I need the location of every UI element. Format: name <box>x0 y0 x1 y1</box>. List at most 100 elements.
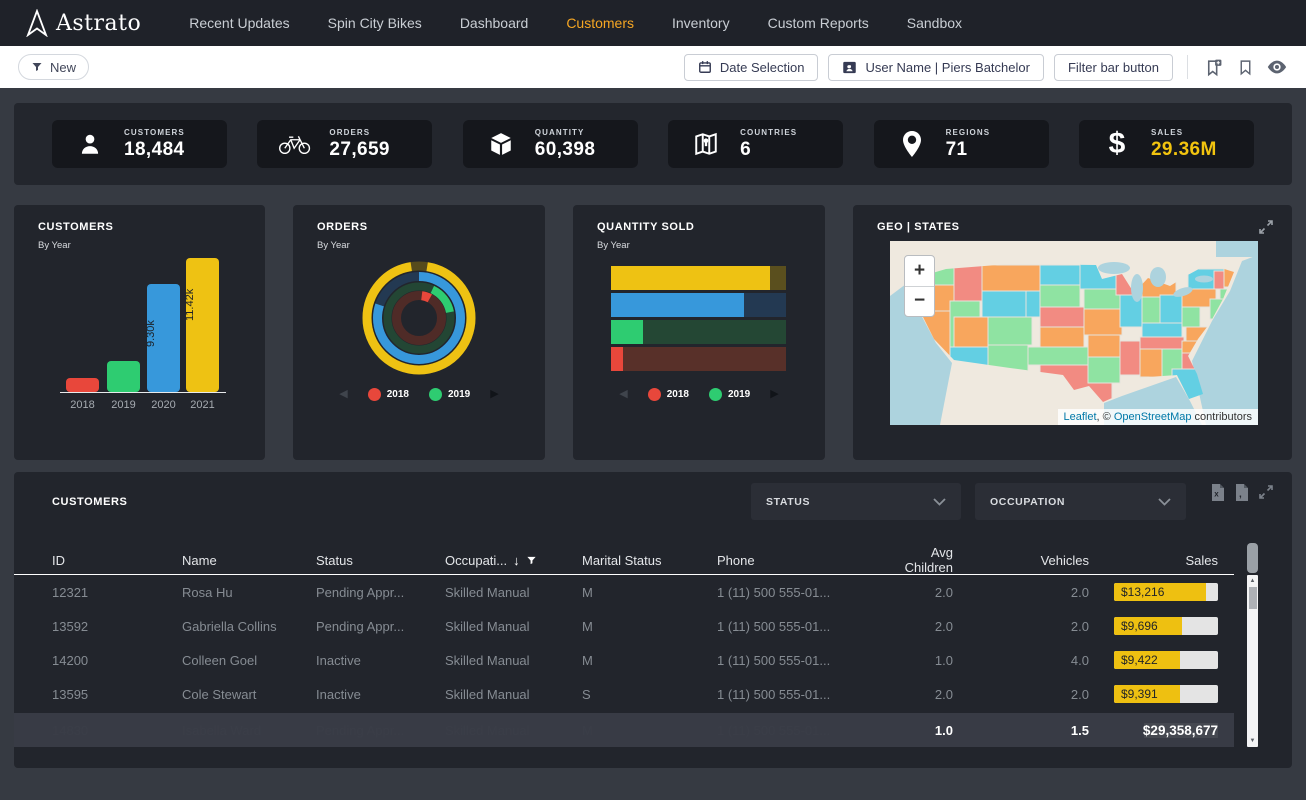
chart-legend: ◀ 2018 2019 ▶ <box>573 388 825 401</box>
column-filter-icon[interactable] <box>526 555 537 566</box>
bar-2021[interactable] <box>186 258 219 392</box>
kpi-strip: CUSTOMERS 18,484 ORDERS 27,659 QUANTITY … <box>14 103 1292 185</box>
map-attribution: Leaflet, © OpenStreetMap contributors <box>1058 409 1259 425</box>
table-header: ID Name Status Occupati... ↓ Marital Sta… <box>14 545 1234 575</box>
kpi-quantity: QUANTITY 60,398 <box>463 120 638 168</box>
leaflet-link[interactable]: Leaflet <box>1064 411 1097 423</box>
legend-next-arrow-icon[interactable]: ▶ <box>490 389 498 400</box>
funnel-icon <box>31 61 43 73</box>
table-row[interactable]: 14200Colleen GoelInactive Skilled Manual… <box>14 643 1234 677</box>
chevron-down-icon <box>1158 498 1171 506</box>
package-icon <box>483 131 519 157</box>
bar-value-label: 9.30k <box>145 320 157 347</box>
nav-item-custom-reports[interactable]: Custom Reports <box>768 15 869 31</box>
scrollbar-thumb[interactable] <box>1249 587 1257 609</box>
panel-title: QUANTITY SOLD <box>597 221 694 233</box>
x-tick-2018: 2018 <box>66 399 99 411</box>
customers-table-panel: CUSTOMERS STATUS OCCUPATION x , <box>14 472 1292 768</box>
filter-toolbar: New Date Selection User Name | Piers Bat… <box>0 46 1306 88</box>
svg-text:x: x <box>1214 490 1219 499</box>
scrollbar-corner[interactable] <box>1247 543 1258 573</box>
nav-item-dashboard[interactable]: Dashboard <box>460 15 529 31</box>
col-sales[interactable]: Sales <box>1089 553 1218 568</box>
legend-item-2019[interactable]: 2019 <box>709 388 750 401</box>
legend-dot-green <box>429 388 442 401</box>
kpi-regions: REGIONS 71 <box>874 120 1049 168</box>
panel-title: GEO | STATES <box>877 221 960 233</box>
col-occupation[interactable]: Occupati... ↓ <box>445 553 582 568</box>
user-name-button[interactable]: User Name | Piers Batchelor <box>828 54 1044 81</box>
dashboard-content: CUSTOMERS 18,484 ORDERS 27,659 QUANTITY … <box>0 88 1306 800</box>
dollar-icon: $ <box>1099 129 1135 159</box>
kpi-orders: ORDERS 27,659 <box>257 120 432 168</box>
leaflet-map[interactable]: + − Leaflet, © OpenStreetMap contributor… <box>890 241 1258 425</box>
brand-logo[interactable]: Astrato <box>24 9 141 37</box>
zoom-out-button[interactable]: − <box>905 287 934 317</box>
expand-icon[interactable] <box>1258 219 1274 235</box>
export-excel-icon[interactable]: x <box>1210 484 1225 501</box>
table-row[interactable]: 12321Rosa HuPending Appr... Skilled Manu… <box>14 575 1234 609</box>
nav-item-recent-updates[interactable]: Recent Updates <box>189 15 289 31</box>
sales-bar: $13,216 <box>1114 583 1218 601</box>
eye-icon[interactable] <box>1266 56 1288 78</box>
pin-icon <box>894 130 930 158</box>
legend-prev-arrow-icon[interactable]: ◀ <box>339 389 347 400</box>
bookmark-icon[interactable] <box>1234 56 1256 78</box>
legend-next-arrow-icon[interactable]: ▶ <box>770 389 778 400</box>
filter-bar-button[interactable]: Filter bar button <box>1054 54 1173 81</box>
qbar-2019[interactable] <box>611 320 786 344</box>
panel-title: CUSTOMERS <box>38 221 113 233</box>
astrato-logo-icon <box>24 9 48 37</box>
nav-item-customers[interactable]: Customers <box>566 15 634 31</box>
col-vehicles[interactable]: Vehicles <box>953 553 1089 568</box>
col-phone[interactable]: Phone <box>717 553 880 568</box>
new-filter-button[interactable]: New <box>18 54 89 80</box>
legend-item-2019[interactable]: 2019 <box>429 388 470 401</box>
legend-prev-arrow-icon[interactable]: ◀ <box>619 389 627 400</box>
panel-title: ORDERS <box>317 221 368 233</box>
bar-2018[interactable] <box>66 378 99 392</box>
qbar-2018[interactable] <box>611 347 786 371</box>
status-filter-dropdown[interactable]: STATUS <box>751 483 961 520</box>
col-name[interactable]: Name <box>182 553 316 568</box>
date-selection-button[interactable]: Date Selection <box>684 54 819 81</box>
openstreetmap-link[interactable]: OpenStreetMap <box>1114 411 1192 423</box>
col-avg-children[interactable]: Avg Children <box>880 545 953 575</box>
kpi-value: 60,398 <box>535 139 596 161</box>
bar-value-label: 11.42k <box>184 289 196 321</box>
quantity-sold-chart-panel: QUANTITY SOLD By Year ◀ 2018 2019 ▶ <box>573 205 825 460</box>
bar-2019[interactable] <box>107 361 140 392</box>
col-status[interactable]: Status <box>316 553 445 568</box>
col-marital-status[interactable]: Marital Status <box>582 553 717 568</box>
export-csv-icon[interactable]: , <box>1234 484 1249 501</box>
legend-item-2018[interactable]: 2018 <box>648 388 689 401</box>
bookmark-add-icon[interactable] <box>1202 56 1224 78</box>
sort-desc-icon[interactable]: ↓ <box>513 553 520 568</box>
nav-item-inventory[interactable]: Inventory <box>672 15 730 31</box>
qbar-2020[interactable] <box>611 293 786 317</box>
expand-icon[interactable] <box>1258 484 1274 501</box>
legend-item-2018[interactable]: 2018 <box>368 388 409 401</box>
legend-dot-green <box>709 388 722 401</box>
qbar-2021[interactable] <box>611 266 786 290</box>
scroll-up-icon[interactable]: ▲ <box>1247 578 1258 584</box>
occupation-filter-dropdown[interactable]: OCCUPATION <box>975 483 1186 520</box>
sales-bar: $9,391 <box>1114 685 1218 703</box>
brand-name: Astrato <box>56 11 141 36</box>
x-tick-2021: 2021 <box>186 399 219 411</box>
sales-bar: $9,422 <box>1114 651 1218 669</box>
nav-item-sandbox[interactable]: Sandbox <box>907 15 962 31</box>
table-row[interactable]: 13592Gabriella CollinsPending Appr... Sk… <box>14 609 1234 643</box>
zoom-in-button[interactable]: + <box>905 256 934 287</box>
radial-progress-chart <box>349 248 489 388</box>
col-id[interactable]: ID <box>52 553 182 568</box>
table-row[interactable]: 13595Cole StewartInactive Skilled Manual… <box>14 677 1234 711</box>
table-scrollbar[interactable]: ▲ ▼ <box>1247 575 1258 747</box>
scroll-down-icon[interactable]: ▼ <box>1247 738 1258 744</box>
top-nav: Astrato Recent Updates Spin City Bikes D… <box>0 0 1306 46</box>
toolbar-right-group: Date Selection User Name | Piers Batchel… <box>684 54 1288 81</box>
totals-avg-children: 1.0 <box>880 723 953 738</box>
geo-states-panel: GEO | STATES <box>853 205 1292 460</box>
kpi-countries: COUNTRIES 6 <box>668 120 843 168</box>
nav-item-spin-city-bikes[interactable]: Spin City Bikes <box>328 15 422 31</box>
